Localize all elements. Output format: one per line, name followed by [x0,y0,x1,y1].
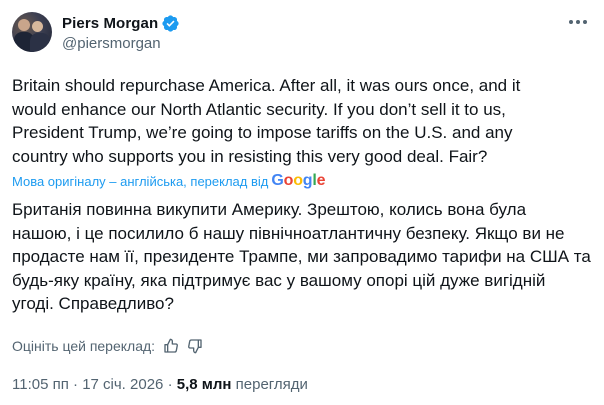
meta-separator: · [73,376,79,393]
rate-translation-label: Оцініть цей переклад: [12,338,156,354]
translation-note[interactable]: Мова оригіналу – англійська, переклад ві… [12,172,326,190]
rate-translation: Оцініть цей переклад: [12,338,203,354]
avatar-face-right [32,21,43,32]
verified-badge-icon [162,14,179,32]
avatar-figure-right [30,33,50,52]
views-label: перегляди [235,376,308,393]
tweet-meta: 11:05 пп · 17 січ. 2026 · 5,8 млн перегл… [12,376,308,393]
google-logo: Google [271,172,326,189]
translated-text: Британія повинна викупити Америку. Зрешт… [12,200,591,313]
thumbs-down-icon[interactable] [187,338,203,354]
tweet-card: Piers Morgan @piersmorgan Britain should… [0,0,604,405]
meta-separator: · [167,376,173,393]
views-count: 5,8 млн [176,376,232,393]
avatar[interactable] [12,12,52,52]
author-name-row: Piers Morgan [62,12,180,34]
author-handle[interactable]: @piersmorgan [62,35,180,52]
tweet-text: Britain should repurchase America. After… [12,76,521,166]
translation-note-label: Мова оригіналу – англійська, переклад ві… [12,173,269,189]
more-options-icon[interactable] [564,8,592,36]
tweet-time[interactable]: 11:05 пп [12,376,69,393]
author-name[interactable]: Piers Morgan [62,15,158,32]
avatar-face-left [18,19,30,31]
tweet-date[interactable]: 17 січ. 2026 [82,376,163,393]
tweet-header: Piers Morgan @piersmorgan [12,12,180,52]
thumbs-up-icon[interactable] [163,338,179,354]
author-info: Piers Morgan @piersmorgan [62,12,180,52]
